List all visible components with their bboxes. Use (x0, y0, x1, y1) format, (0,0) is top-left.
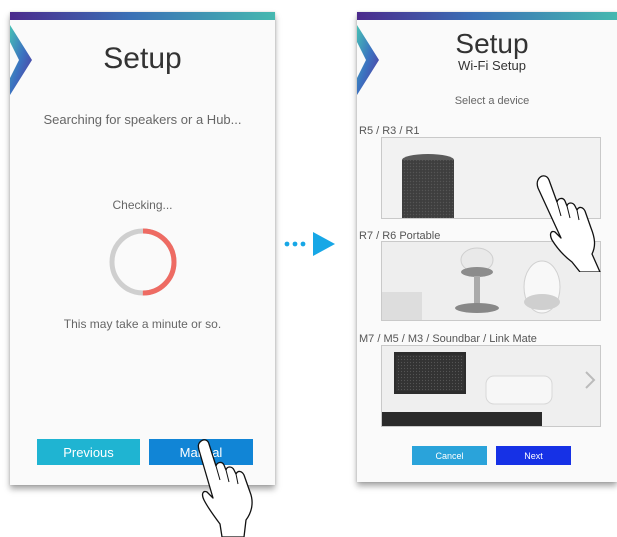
brand-gradient-bar (357, 12, 617, 20)
page-subtitle: Wi-Fi Setup (458, 58, 526, 73)
cancel-button[interactable]: Cancel (412, 446, 487, 465)
wait-notice-text: This may take a minute or so. (63, 317, 222, 331)
next-button[interactable]: Next (496, 446, 571, 465)
page-title: Setup (455, 28, 529, 59)
previous-button[interactable]: Previous (37, 439, 140, 465)
page-title: Setup (103, 42, 182, 75)
speaker-m-series-image (382, 346, 600, 426)
screen-setup-searching: Setup Searching for speakers or a Hub...… (10, 12, 275, 485)
device-label-r5: R5 / R3 / R1 (359, 125, 420, 137)
checking-text: Checking... (112, 198, 173, 212)
brand-gradient-bar (10, 12, 275, 20)
dotted-arrow-icon (284, 232, 335, 256)
device-card-m-series[interactable] (381, 345, 601, 427)
progress-spinner (109, 228, 177, 296)
search-status-text: Searching for speakers or a Hub... (43, 112, 242, 127)
select-prompt: Select a device (454, 95, 530, 107)
hand-pointer-icon (536, 175, 601, 272)
hand-pointer-icon (197, 439, 253, 537)
device-label-m-series: M7 / M5 / M3 / Soundbar / Link Mate (359, 333, 537, 345)
